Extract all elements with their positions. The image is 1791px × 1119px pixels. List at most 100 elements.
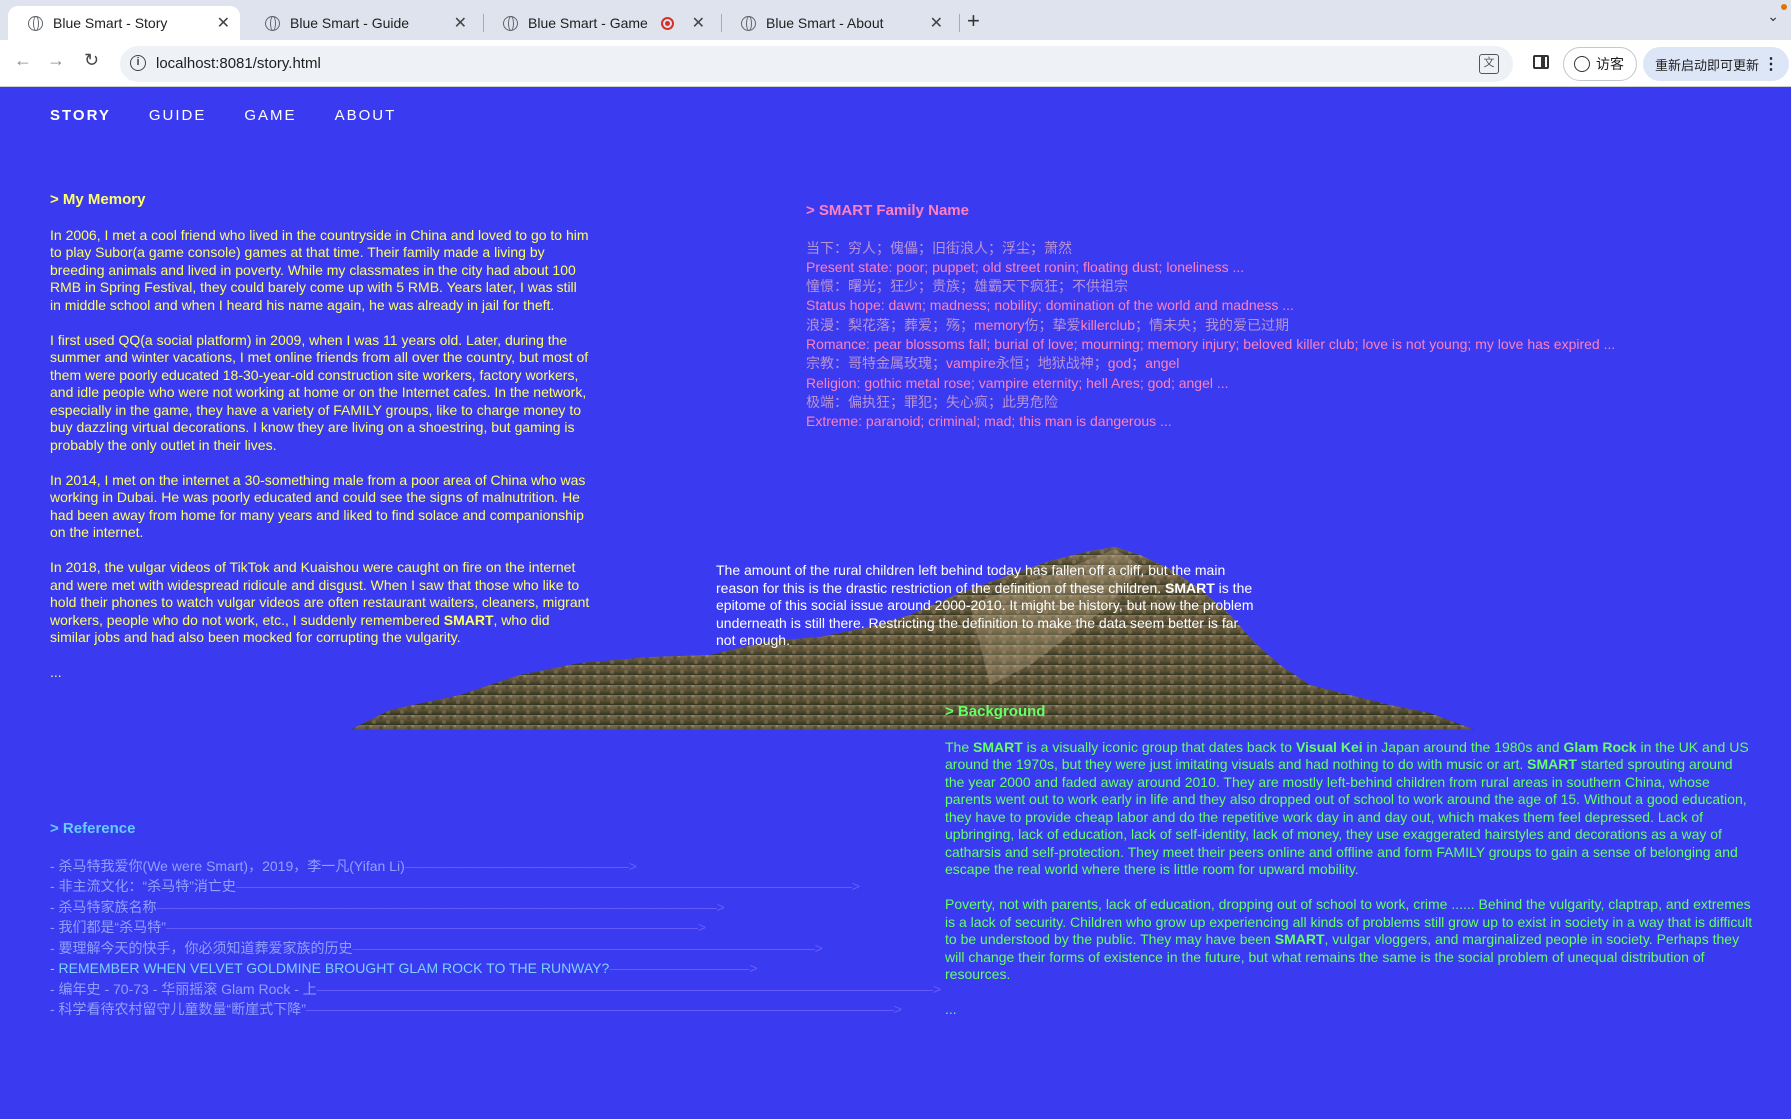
family-text: god	[1107, 355, 1132, 372]
family-text: 宗教：哥特金属玫瑰；	[806, 355, 946, 372]
family-text: killerclub	[1080, 316, 1136, 333]
globe-icon	[28, 15, 43, 31]
more-menu-icon[interactable]: ⋮	[1763, 54, 1779, 74]
family-text: 伤；挚爱	[1024, 316, 1081, 333]
reference-arrow: ————————————————————————————————————————…	[235, 878, 861, 894]
reference-link[interactable]: - 杀马特家族名称———————————————————————————————…	[50, 899, 850, 920]
family-text: 浪漫：梨花落；葬爱；殇；	[806, 316, 974, 333]
rural-text: The amount of the rural children left be…	[716, 562, 1226, 596]
background-ellipsis: ...	[945, 1001, 957, 1017]
translate-icon[interactable]: 文	[1479, 54, 1499, 74]
reference-link[interactable]: - 杀马特我爱你(We were Smart)，2019，李一凡(Yifan L…	[50, 858, 850, 879]
back-arrow-icon[interactable]: ←	[14, 50, 32, 71]
tab-title: Blue Smart - Guide	[290, 15, 410, 31]
side-panel-icon[interactable]	[1533, 55, 1549, 69]
tab-guide[interactable]: Blue Smart - Guide ✕	[245, 6, 477, 40]
tab-about[interactable]: Blue Smart - About ✕	[721, 6, 953, 40]
tab-search-button[interactable]: ⌄	[1767, 8, 1779, 25]
family-line-en: Extreme: paranoid; criminal; mad; this m…	[806, 413, 1172, 430]
family-line-cn: 宗教：哥特金属玫瑰；vampire永恒；地狱战神；god；angel	[806, 355, 1786, 374]
background-text: is a visually iconic group that dates ba…	[1022, 738, 1296, 755]
smart-keyword: SMART	[1165, 579, 1215, 596]
reference-title[interactable]: - 杀马特我爱你(We were Smart)，2019，李一凡(Yifan L…	[50, 858, 405, 874]
nav-game[interactable]: GAME	[244, 107, 296, 124]
smart-keyword: SMART	[1527, 756, 1577, 772]
new-tab-button[interactable]: +	[967, 8, 980, 34]
tab-title: Blue Smart - About	[766, 15, 884, 31]
tab-title: Blue Smart - Game	[528, 15, 648, 31]
family-line-cn: 憧憬：曙光；狂少；贵族；雄霸天下疯狂；不供祖宗	[806, 278, 1128, 295]
family-text: ；	[1131, 355, 1146, 372]
reference-arrow: ————————————————>	[404, 857, 637, 874]
reference-section: > Reference - 杀马特我爱你(We were Smart)，2019…	[50, 820, 941, 1022]
memory-ellipsis: ...	[50, 664, 62, 680]
smart-keyword: SMART	[443, 611, 494, 628]
site-info-icon[interactable]: i	[130, 55, 146, 71]
update-button[interactable]: 重新启动即可更新 ⋮	[1643, 47, 1790, 81]
nav-guide[interactable]: GUIDE	[149, 107, 207, 124]
globe-icon	[265, 15, 280, 31]
close-icon[interactable]: ✕	[930, 13, 943, 33]
family-text: ；情未央；我的爱已过期	[1135, 316, 1290, 333]
reference-title[interactable]: - 科学看待农村留守儿童数量“断崖式下降”	[50, 1001, 306, 1017]
reload-icon[interactable]: ↻	[84, 50, 99, 71]
close-icon[interactable]: ✕	[217, 13, 230, 33]
reference-title[interactable]: - 杀马特家族名称	[50, 899, 157, 915]
family-line-en: Status hope: dawn; madness; nobility; do…	[806, 297, 1294, 314]
forward-arrow-icon[interactable]: →	[47, 50, 65, 71]
close-icon[interactable]: ✕	[454, 13, 467, 33]
reference-link[interactable]: - 科学看待农村留守儿童数量“断崖式下降”———————————————————…	[50, 1001, 902, 1022]
reference-title[interactable]: - 要理解今天的快手，你必须知道葬爱家族的历史	[50, 940, 353, 956]
reference-arrow: —————————————————————————————————>	[352, 939, 823, 956]
nav-story[interactable]: STORY	[50, 107, 111, 124]
reference-arrow: ————————————————————————————————————————…	[305, 1001, 903, 1017]
family-line-en: Religion: gothic metal rose; vampire ete…	[806, 374, 1229, 391]
memory-section: > My Memory In 2006, I met a cool friend…	[50, 191, 590, 699]
glam-rock-keyword: Glam Rock	[1563, 738, 1637, 755]
tab-story[interactable]: Blue Smart - Story ✕	[8, 6, 240, 40]
tab-strip: Blue Smart - Story ✕ Blue Smart - Guide …	[0, 0, 1791, 40]
rural-children-text: The amount of the rural children left be…	[716, 562, 1256, 650]
url-text[interactable]: localhost:8081/story.html	[156, 55, 321, 72]
tab-game[interactable]: Blue Smart - Game ✕	[483, 6, 715, 40]
family-line-cn: 浪漫：梨花落；葬爱；殇；memory伤；挚爱killerclub；情未央；我的爱…	[806, 317, 1786, 336]
reference-title[interactable]: - 编年史 - 70-73 - 华丽摇滚 Glam Rock - 上	[50, 981, 317, 997]
reference-arrow: ————————————————————————————————————————…	[316, 980, 941, 997]
site-nav: STORY GUIDE GAME ABOUT	[50, 107, 434, 124]
visual-kei-keyword: Visual Kei	[1295, 738, 1363, 755]
reference-link[interactable]: - 我们都是“杀马特”—————————————————————————————…	[50, 919, 850, 940]
family-line-cn: 当下：穷人；傀儡；旧街浪人；浮尘；萧然	[806, 239, 1072, 256]
smart-keyword: SMART	[1274, 931, 1325, 947]
notification-dot	[1781, 4, 1787, 10]
family-line-en: Present state: poor; puppet; old street …	[806, 258, 1245, 275]
reference-heading: > Reference	[50, 820, 136, 837]
background-section: > Background The SMART is a visually ico…	[945, 703, 1755, 1036]
reference-link[interactable]: - 非主流文化：“杀马特”消亡史————————————————————————…	[50, 878, 860, 899]
family-line-cn: 极端：偏执狂；罪犯；失心疯；此男危险	[806, 393, 1058, 410]
profile-button[interactable]: 访客	[1563, 47, 1637, 81]
reference-title[interactable]: - 我们都是“杀马特”	[50, 919, 166, 935]
recording-icon	[660, 16, 674, 30]
family-text: vampire	[946, 355, 996, 372]
globe-icon	[503, 15, 518, 31]
memory-heading: > My Memory	[50, 191, 146, 208]
reference-title[interactable]: - REMEMBER WHEN VELVET GOLDMINE BROUGHT …	[50, 960, 609, 976]
reference-link[interactable]: - 要理解今天的快手，你必须知道葬爱家族的历史—————————————————…	[50, 940, 850, 961]
nav-about[interactable]: ABOUT	[335, 107, 397, 124]
reference-link[interactable]: - REMEMBER WHEN VELVET GOLDMINE BROUGHT …	[50, 960, 850, 981]
family-heading: > SMART Family Name	[806, 202, 969, 219]
browser-toolbar: ← → ↻ i localhost:8081/story.html 文 访客 重…	[0, 40, 1791, 87]
address-bar[interactable]: i localhost:8081/story.html 文	[120, 46, 1513, 82]
reference-link[interactable]: - 编年史 - 70-73 - 华丽摇滚 Glam Rock - 上——————…	[50, 981, 941, 1002]
background-text: The	[945, 738, 974, 755]
background-heading: > Background	[945, 703, 1046, 720]
reference-arrow: ——————————————————————————————————————>	[165, 919, 707, 935]
reference-title[interactable]: - 非主流文化：“杀马特”消亡史	[50, 878, 236, 894]
reference-arrow: ——————————>	[609, 960, 758, 976]
close-icon[interactable]: ✕	[692, 13, 705, 33]
background-paragraph: Poverty, not with parents, lack of educa…	[945, 896, 1755, 984]
smart-keyword: SMART	[973, 738, 1023, 755]
background-paragraph: The SMART is a visually iconic group tha…	[945, 739, 1755, 879]
family-name-section: > SMART Family Name 当下：穷人；傀儡；旧街浪人；浮尘；萧然 …	[806, 202, 1786, 432]
globe-icon	[741, 15, 756, 31]
